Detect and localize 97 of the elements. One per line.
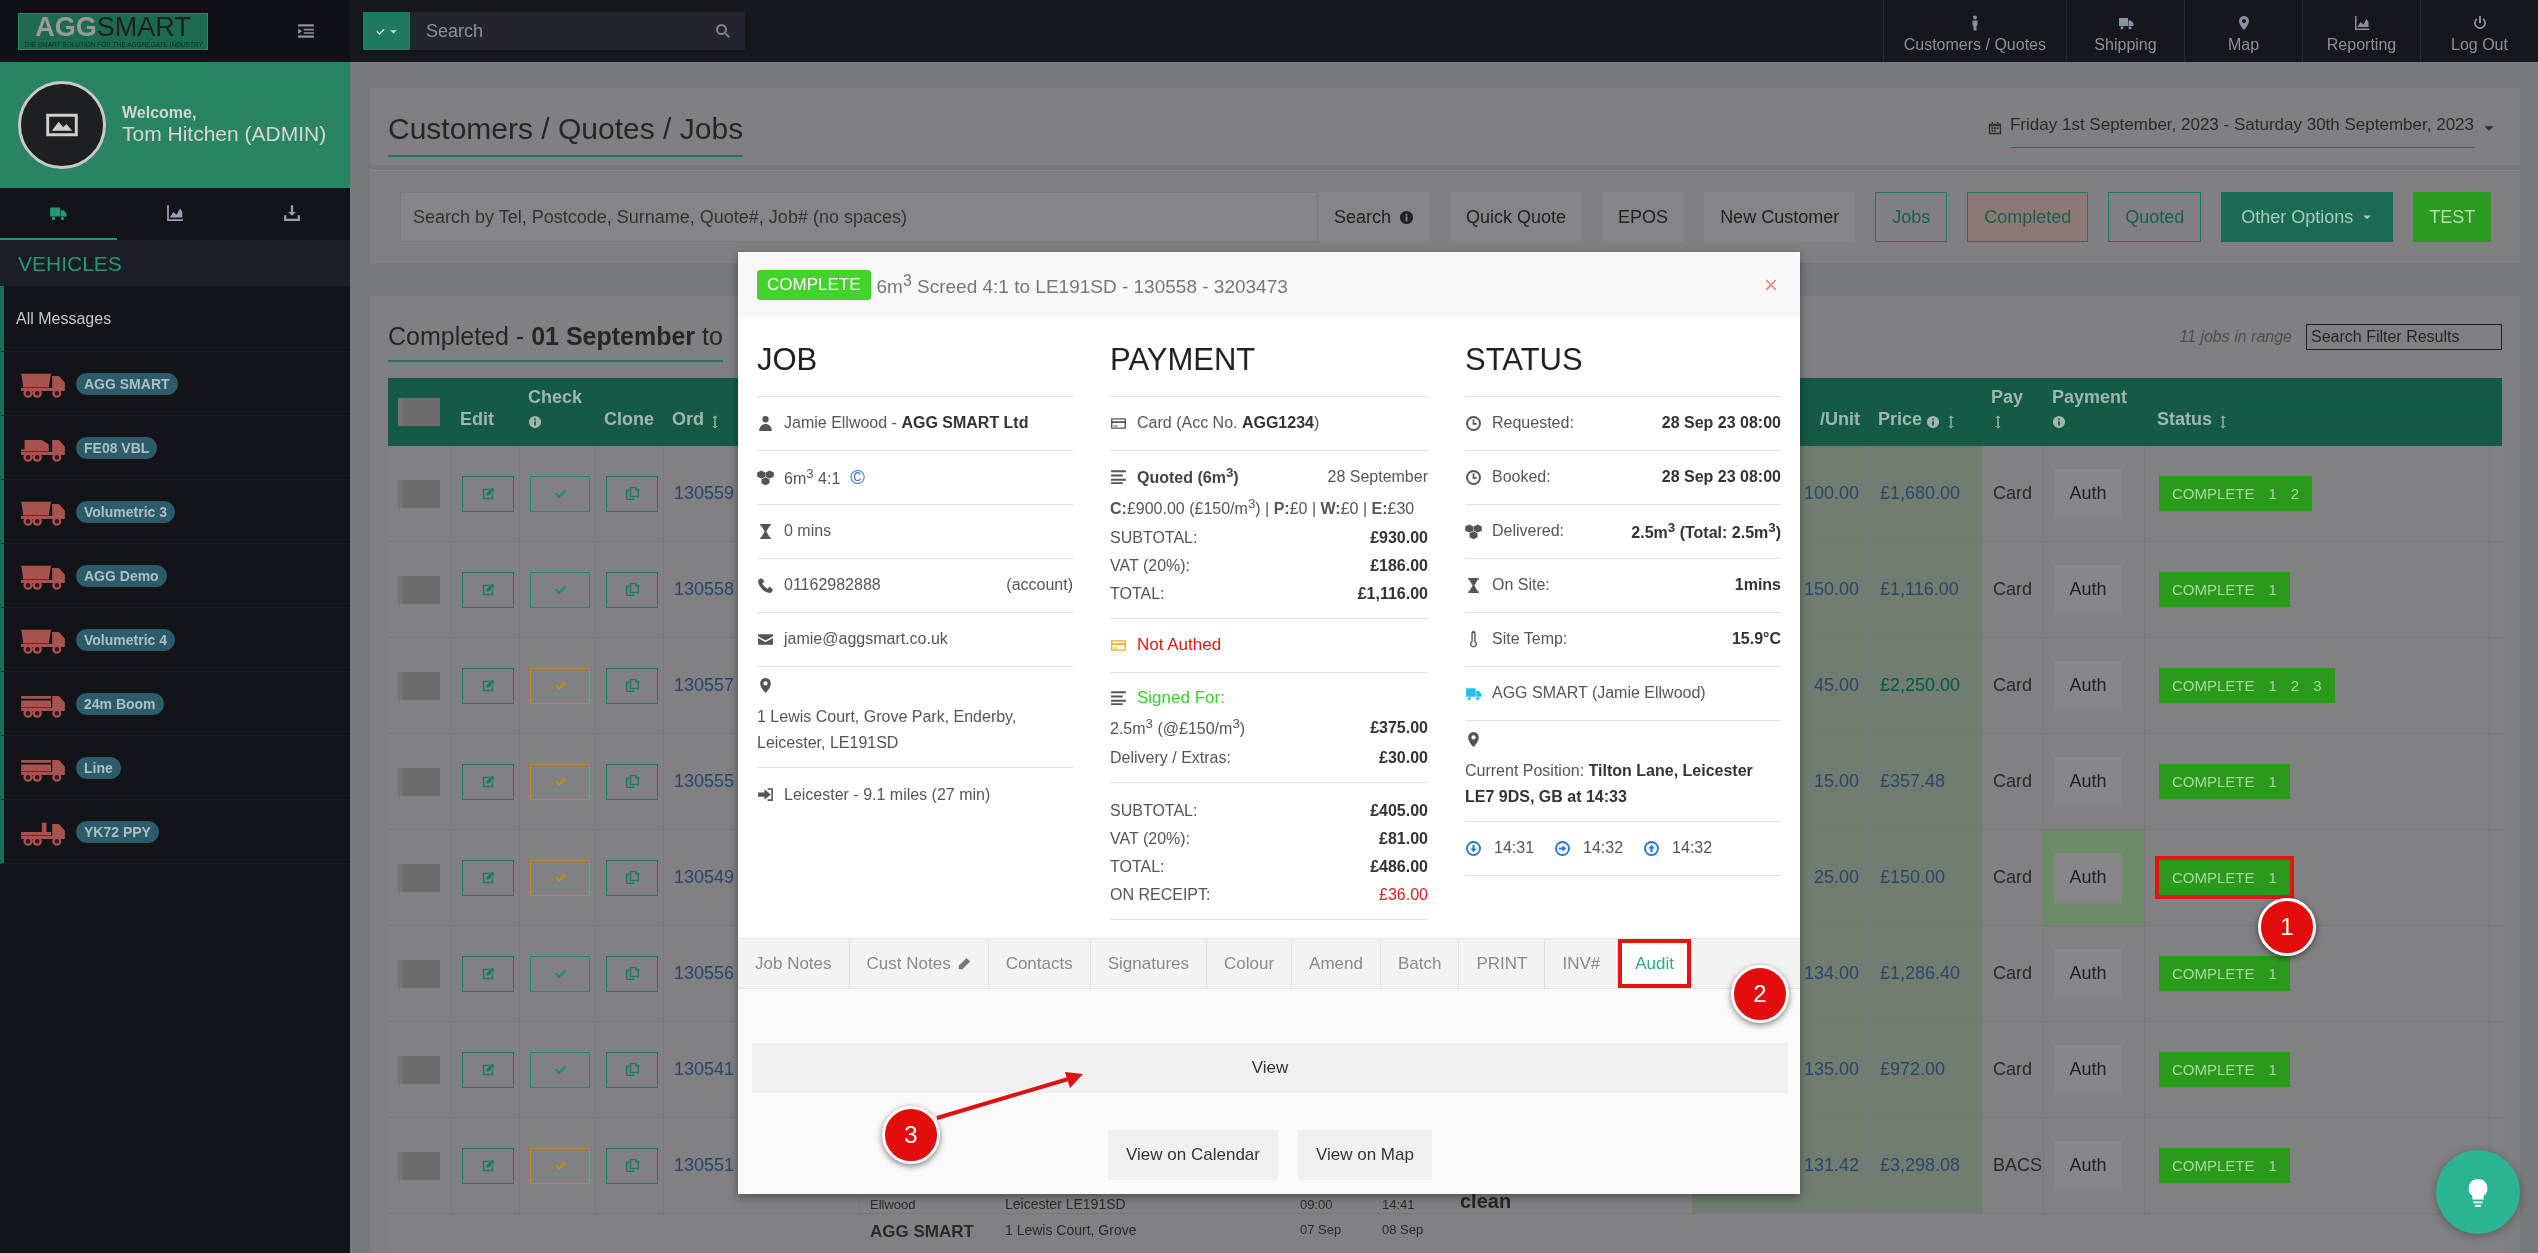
detail-text: 0 mins <box>784 521 832 542</box>
table-cell: 14:41 <box>1382 1198 1415 1211</box>
price-breakdown: C:£900.00 (£150/m$^{3}$) | P:£0 | W:£0 | E:£30 <box>1110 495 1415 520</box>
line-value: £486.00 <box>1370 856 1428 877</box>
column-header: /Unit <box>1820 407 1861 431</box>
detail-value: 28 Sep 23 08:00 <box>1661 467 1781 488</box>
table-cell: £357.48 <box>1880 771 1946 792</box>
table-cell: £1,286.40 <box>1880 963 1961 984</box>
section-header: VEHICLES <box>0 240 350 286</box>
column-header: Edit <box>459 407 495 431</box>
detail-text: 6m$^{3}$ 4:1 <box>784 464 841 489</box>
line-value: £375.00 <box>1370 718 1428 739</box>
column-header: Payment <box>2044 378 2145 446</box>
table-cell: £1,680.00 <box>1880 483 1961 504</box>
time-text: 14:32 <box>1583 838 1624 859</box>
table-cell: 09:00 <box>1300 1198 1333 1211</box>
detail-value: 1mins <box>1734 575 1781 596</box>
line-label: VAT (20%): <box>1110 555 1192 576</box>
table-cell: £150.00 <box>1880 867 1946 888</box>
table-cell: 150.00 <box>1803 579 1859 600</box>
line-label: TOTAL: <box>1110 856 1166 877</box>
table-cell: clean <box>1460 1191 1512 1211</box>
detail-text: jamie@aggsmart.co.uk <box>784 629 948 650</box>
line-value: £930.00 <box>1370 527 1428 548</box>
detail-value: 28 Sep 23 08:00 <box>1661 413 1781 434</box>
table-cell: Card <box>1993 1059 2032 1080</box>
table-cell: £3,298.08 <box>1880 1155 1961 1176</box>
table-cell: Card <box>1993 771 2032 792</box>
line-label: VAT (20%): <box>1110 828 1192 849</box>
line-value: £1,116.00 <box>1357 583 1428 604</box>
detail-label: Booked: <box>1492 467 1551 488</box>
detail-text: Jamie Ellwood - AGG SMART Ltd <box>784 413 1029 434</box>
line-label: Delivery / Extras: <box>1110 747 1232 768</box>
line-label: SUBTOTAL: <box>1110 527 1199 548</box>
copyright-symbol: © <box>850 465 866 490</box>
line-value: £36.00 <box>1379 884 1428 905</box>
table-cell: Card <box>1993 963 2032 984</box>
column-heading: PAYMENT <box>1110 318 1428 397</box>
detail-note: (account) <box>1006 575 1073 596</box>
table-cell: 100.00 <box>1803 483 1859 504</box>
line-value: £30.00 <box>1379 747 1428 768</box>
time-text: 14:31 <box>1494 838 1535 859</box>
table-cell: AGG SMART <box>870 1222 974 1242</box>
page-title: Customers / Quotes / Jobs <box>388 112 744 157</box>
table-cell: £2,250.00 <box>1880 675 1961 696</box>
column-heading: STATUS <box>1465 318 1781 397</box>
detail-text: 1 Lewis Court, Grove Park, Enderby, Leicester, LE191SD <box>757 707 1018 754</box>
section-title: Completed - 01 September to <box>388 322 723 362</box>
detail-label: On Site: <box>1492 575 1550 596</box>
table-cell: 08 Sep <box>1382 1222 1424 1237</box>
table-cell: 131.42 <box>1803 1155 1859 1176</box>
dialog-title: 6m$^{3}$ Screed 4:1 to LE191SD - 130558 - 3203473 <box>876 271 1288 299</box>
line-value: £186.00 <box>1370 555 1428 576</box>
detail-label: Current Position: Tilton Lane, Leicester LE7 9DS, GB at 14:33 <box>1465 761 1754 808</box>
table-cell: 15.00 <box>1813 771 1859 792</box>
line-value: £81.00 <box>1379 828 1428 849</box>
column-header: Clone <box>603 407 655 431</box>
table-cell: £972.00 <box>1880 1059 1946 1080</box>
detail-label: Requested: <box>1492 413 1574 434</box>
line-value: £405.00 <box>1370 800 1428 821</box>
quote-date: 28 September <box>1327 466 1428 487</box>
table-cell: Card <box>1993 675 2032 696</box>
table-cell: 25.00 <box>1813 867 1859 888</box>
table-cell: BACS <box>1993 1155 2043 1176</box>
welcome-text: Welcome, <box>122 103 198 123</box>
detail-text: Leicester - 9.1 miles (27 min) <box>784 784 991 805</box>
time-text: 14:32 <box>1672 838 1713 859</box>
detail-value: 2.5m$^{3}$ (Total: 2.5m$^{3}$) <box>1631 518 1781 543</box>
table-cell: 07 Sep <box>1300 1222 1342 1237</box>
detail-label: Delivered: <box>1492 521 1565 542</box>
line-label: SUBTOTAL: <box>1110 800 1199 821</box>
line-label: ON RECEIPT: <box>1110 884 1212 905</box>
detail-label: AGG SMART (Jamie Ellwood) <box>1492 683 1706 704</box>
auth-status: Not Authed <box>1137 634 1222 657</box>
quote-title: Quoted (6m$^{3}$) <box>1137 464 1239 489</box>
line-label: 2.5m$^{3}$ (@£150/m$^{3}$) <box>1110 715 1247 740</box>
table-cell: £1,116.00 <box>1880 579 1959 600</box>
table-cell: 134.00 <box>1803 963 1859 984</box>
detail-value: 15.9°C <box>1731 629 1781 650</box>
table-cell: Leicester LE191SD <box>1005 1197 1126 1211</box>
column-header: Check <box>520 378 596 446</box>
user-name: Tom Hitchen (ADMIN) <box>122 122 327 147</box>
status-badge: COMPLETE <box>757 270 871 300</box>
signed-title: Signed For: <box>1137 686 1225 709</box>
detail-text: Card (Acc No. AGG1234) <box>1137 413 1320 434</box>
detail-label: Site Temp: <box>1492 629 1568 650</box>
table-cell: 1 Lewis Court, Grove <box>1005 1222 1137 1238</box>
table-cell: 45.00 <box>1813 675 1859 696</box>
detail-text: 01162982888 <box>784 575 881 596</box>
table-cell: Card <box>1993 483 2032 504</box>
logo-wordmark: AGGSMART <box>35 13 191 41</box>
table-cell: Ellwood <box>870 1198 916 1211</box>
table-cell: Card <box>1993 579 2032 600</box>
column-heading: JOB <box>757 318 1073 397</box>
table-cell: Card <box>1993 867 2032 888</box>
line-label: TOTAL: <box>1110 583 1166 604</box>
table-cell: 135.00 <box>1803 1059 1859 1080</box>
